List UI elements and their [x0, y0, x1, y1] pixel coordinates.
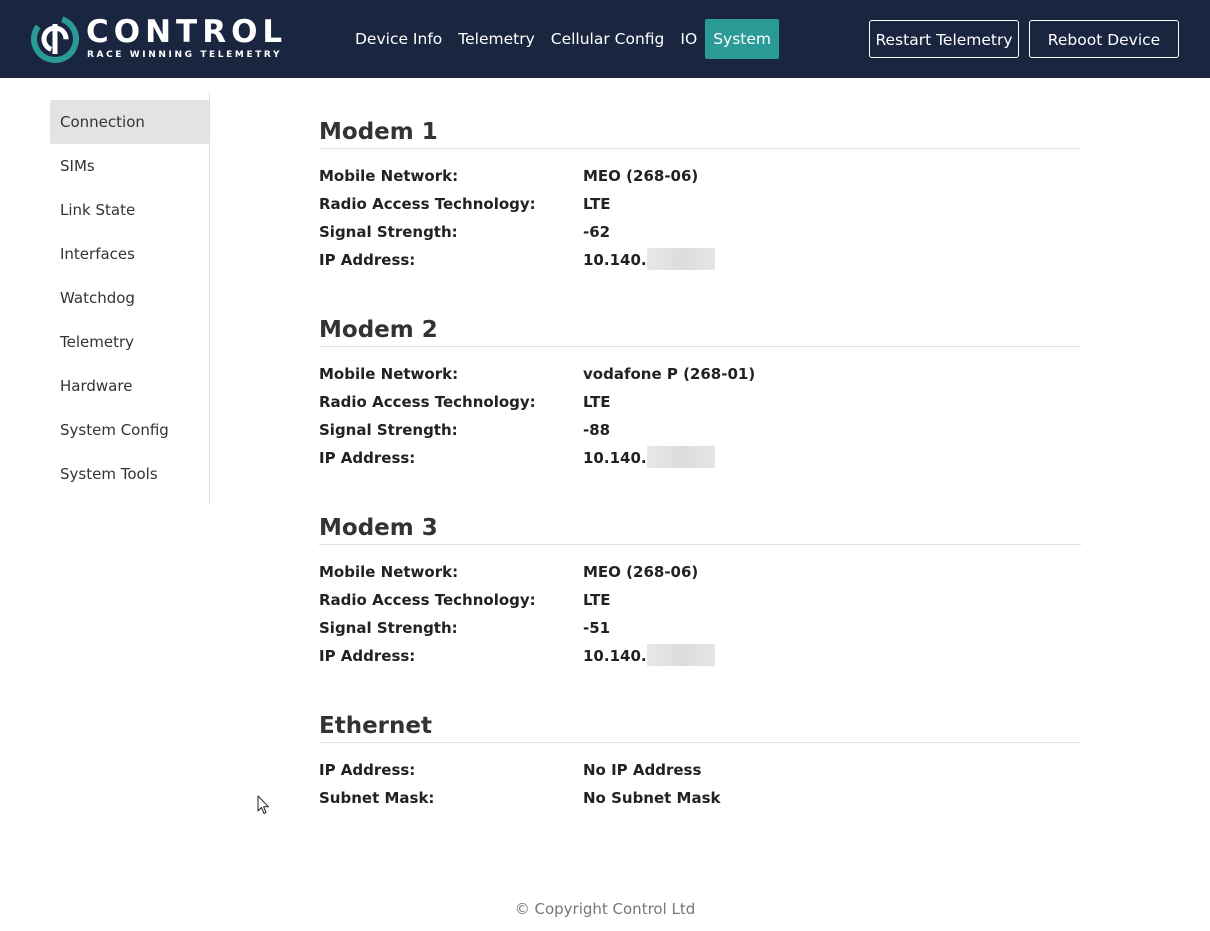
field-value: LTE [583, 393, 611, 411]
redacted-block [646, 248, 715, 270]
reboot-device-button[interactable]: Reboot Device [1029, 20, 1179, 58]
section-title: Modem 3 [319, 506, 1081, 545]
modem-3-section: Modem 3 Mobile Network: MEO (268-06) Rad… [319, 506, 1081, 670]
logo-wordmark: CONTROL [86, 14, 288, 50]
ip-prefix: 10.140. [583, 251, 647, 269]
control-logo-icon [31, 15, 79, 63]
top-navbar: CONTROL RACE WINNING TELEMETRY Device In… [0, 0, 1210, 78]
field-value: -62 [583, 223, 611, 241]
info-row: Signal Strength: -88 [319, 416, 1081, 444]
logo-tagline: RACE WINNING TELEMETRY [87, 50, 283, 60]
field-label: IP Address: [319, 761, 416, 779]
info-row: Signal Strength: -51 [319, 614, 1081, 642]
field-value: No Subnet Mask [583, 789, 721, 807]
footer-copyright: © Copyright Control Ltd [514, 900, 696, 918]
section-title: Modem 2 [319, 308, 1081, 347]
mouse-cursor-icon [257, 795, 269, 814]
field-label: Mobile Network: [319, 365, 459, 383]
brand-logo[interactable]: CONTROL RACE WINNING TELEMETRY [30, 14, 300, 66]
field-label: Signal Strength: [319, 421, 458, 439]
nav-system[interactable]: System [705, 19, 779, 59]
field-value: No IP Address [583, 761, 702, 779]
sidebar-item-connection[interactable]: Connection [50, 100, 209, 144]
info-row: IP Address: 10.140. [319, 642, 1081, 670]
field-value: MEO (268-06) [583, 563, 699, 581]
field-value: -88 [583, 421, 611, 439]
sidebar: Connection SIMs Link State Interfaces Wa… [50, 93, 210, 504]
redacted-block [646, 644, 715, 666]
field-label: Mobile Network: [319, 167, 459, 185]
info-row: Mobile Network: vodafone P (268-01) [319, 360, 1081, 388]
field-label: Signal Strength: [319, 223, 458, 241]
nav-telemetry[interactable]: Telemetry [450, 19, 542, 59]
field-label: Radio Access Technology: [319, 393, 536, 411]
field-value-wrapper: 10.140. [583, 246, 715, 274]
sidebar-item-sims[interactable]: SIMs [50, 144, 209, 188]
field-value: LTE [583, 195, 611, 213]
nav-cellular-config[interactable]: Cellular Config [543, 19, 673, 59]
info-row: IP Address: 10.140. [319, 444, 1081, 472]
modem-2-section: Modem 2 Mobile Network: vodafone P (268-… [319, 308, 1081, 472]
sidebar-item-watchdog[interactable]: Watchdog [50, 276, 209, 320]
sidebar-item-system-config[interactable]: System Config [50, 408, 209, 452]
section-title: Ethernet [319, 704, 1081, 743]
info-row: Signal Strength: -62 [319, 218, 1081, 246]
info-row: Radio Access Technology: LTE [319, 388, 1081, 416]
info-row: Mobile Network: MEO (268-06) [319, 162, 1081, 190]
field-label: IP Address: [319, 449, 416, 467]
field-label: Mobile Network: [319, 563, 459, 581]
field-value: MEO (268-06) [583, 167, 699, 185]
info-row: Subnet Mask: No Subnet Mask [319, 784, 1081, 812]
connection-panel: Modem 1 Mobile Network: MEO (268-06) Rad… [319, 110, 1081, 812]
field-label: Radio Access Technology: [319, 591, 536, 609]
sidebar-item-system-tools[interactable]: System Tools [50, 452, 209, 496]
field-label: Radio Access Technology: [319, 195, 536, 213]
field-label: Subnet Mask: [319, 789, 435, 807]
redacted-block [646, 446, 715, 468]
info-row: Mobile Network: MEO (268-06) [319, 558, 1081, 586]
info-row: Radio Access Technology: LTE [319, 190, 1081, 218]
field-value-wrapper: 10.140. [583, 642, 715, 670]
field-value-wrapper: 10.140. [583, 444, 715, 472]
ip-prefix: 10.140. [583, 449, 647, 467]
sidebar-item-interfaces[interactable]: Interfaces [50, 232, 209, 276]
sidebar-item-link-state[interactable]: Link State [50, 188, 209, 232]
info-row: IP Address: No IP Address [319, 756, 1081, 784]
nav-device-info[interactable]: Device Info [347, 19, 450, 59]
restart-telemetry-button[interactable]: Restart Telemetry [869, 20, 1019, 58]
modem-1-section: Modem 1 Mobile Network: MEO (268-06) Rad… [319, 110, 1081, 274]
field-label: IP Address: [319, 647, 416, 665]
nav-io[interactable]: IO [672, 19, 705, 59]
info-row: Radio Access Technology: LTE [319, 586, 1081, 614]
field-label: IP Address: [319, 251, 416, 269]
sidebar-item-hardware[interactable]: Hardware [50, 364, 209, 408]
field-label: Signal Strength: [319, 619, 458, 637]
info-row: IP Address: 10.140. [319, 246, 1081, 274]
section-title: Modem 1 [319, 110, 1081, 149]
field-value: vodafone P (268-01) [583, 365, 756, 383]
field-value: -51 [583, 619, 611, 637]
sidebar-item-telemetry[interactable]: Telemetry [50, 320, 209, 364]
ip-prefix: 10.140. [583, 647, 647, 665]
ethernet-section: Ethernet IP Address: No IP Address Subne… [319, 704, 1081, 812]
main-nav: Device Info Telemetry Cellular Config IO… [347, 19, 779, 59]
field-value: LTE [583, 591, 611, 609]
